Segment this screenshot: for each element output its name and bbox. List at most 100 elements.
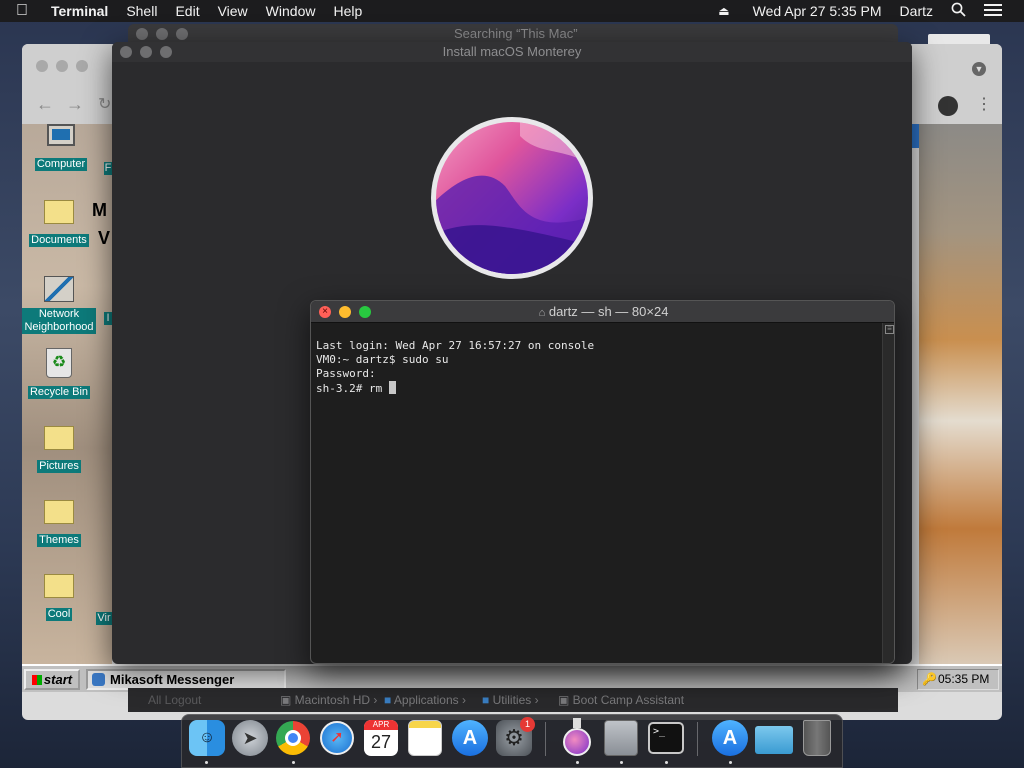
- dock-item-finder[interactable]: ☺: [189, 720, 225, 756]
- terminal-titlebar: × ⌂ dartz — sh — 80×24: [311, 301, 894, 323]
- path-item-applications[interactable]: ■ Applications ›: [384, 688, 466, 712]
- finder-path-bar: All Logout ▣ Macintosh HD › ■ Applicatio…: [128, 688, 898, 712]
- reload-icon[interactable]: ↻: [98, 94, 111, 114]
- zoom-button[interactable]: [76, 60, 88, 72]
- zoom-button[interactable]: [176, 28, 188, 40]
- app-store-icon: A: [462, 727, 478, 749]
- desktop-icon-documents[interactable]: Documents: [14, 200, 104, 270]
- start-button[interactable]: start: [24, 669, 80, 690]
- taskbar-item-label: Mikasoft Messenger: [110, 672, 235, 687]
- dock-item-archive-utility[interactable]: [604, 720, 638, 756]
- spotlight-search-icon[interactable]: [942, 2, 975, 20]
- menu-edit[interactable]: Edit: [166, 3, 208, 19]
- partial-icon-label: F: [104, 162, 112, 175]
- partial-icon-label: Vir: [96, 612, 112, 625]
- terminal-line: sh-3.2# rm: [316, 382, 389, 395]
- tab-dropdown-icon[interactable]: ▼: [972, 62, 986, 76]
- terminal-line: VM0:~ dartz$ sudo su: [316, 353, 449, 366]
- path-item-utilities[interactable]: ■ Utilities ›: [482, 688, 539, 712]
- menu-user[interactable]: Dartz: [891, 3, 942, 19]
- profile-icon[interactable]: [938, 96, 958, 116]
- desktop-icon-network[interactable]: Network Neighborhood: [14, 276, 104, 346]
- menu-window[interactable]: Window: [257, 3, 325, 19]
- terminal-app-icon: >_: [653, 726, 666, 737]
- dock-item-notes[interactable]: [408, 720, 442, 756]
- terminal-scrollbar[interactable]: ≡: [882, 323, 894, 663]
- monterey-logo-icon: [431, 117, 593, 279]
- terminal-title: ⌂ dartz — sh — 80×24: [311, 304, 894, 319]
- close-button[interactable]: [36, 60, 48, 72]
- dock-item-calendar[interactable]: APR 27: [364, 720, 398, 756]
- notification-badge: 1: [520, 717, 535, 732]
- path-item-bootcamp[interactable]: ▣ Boot Camp Assistant: [558, 688, 684, 712]
- running-indicator: [576, 761, 579, 764]
- dock-item-safari[interactable]: ➚: [320, 721, 354, 755]
- path-item-label: Utilities: [492, 693, 532, 707]
- menu-app-terminal[interactable]: Terminal: [42, 3, 117, 19]
- desktop-icon-label: Network Neighborhood: [22, 308, 96, 334]
- recycle-bin-icon: ♻: [46, 348, 72, 378]
- terminal-line: Password:: [316, 367, 376, 380]
- more-menu-icon[interactable]: ⋮: [976, 94, 992, 114]
- dock-item-system-preferences[interactable]: ⚙ 1: [496, 717, 535, 756]
- rocket-icon: ➤: [242, 728, 258, 748]
- dock-item-install-monterey[interactable]: [560, 718, 594, 758]
- finder-icon: ☺: [198, 729, 216, 746]
- dock-item-launchpad[interactable]: ➤: [232, 720, 268, 756]
- close-button[interactable]: [136, 28, 148, 40]
- app-store-icon: A: [722, 727, 738, 749]
- terminal-cursor: [388, 381, 396, 394]
- finder-window-title: Searching “This Mac”: [454, 26, 578, 41]
- desktop-icon-cool[interactable]: Cool: [14, 574, 104, 644]
- menu-view[interactable]: View: [209, 3, 257, 19]
- dock-item-chrome[interactable]: [276, 721, 310, 755]
- apple-menu-icon[interactable]: : [0, 2, 42, 20]
- download-arrow-icon: [573, 718, 581, 728]
- forward-arrow-icon[interactable]: →: [66, 94, 84, 115]
- dock-item-downloads[interactable]: A: [712, 720, 748, 756]
- finder-window: Searching “This Mac”: [128, 24, 898, 44]
- dock-item-terminal[interactable]: >_: [648, 722, 684, 754]
- compass-icon: ➚: [330, 729, 344, 746]
- control-center-icon[interactable]: [975, 3, 1024, 20]
- partial-icon-label: V: [98, 228, 111, 248]
- running-indicator: [665, 761, 668, 764]
- partial-icon-label: M: [92, 200, 107, 220]
- running-indicator: [620, 761, 623, 764]
- path-item-label: Boot Camp Assistant: [572, 693, 685, 707]
- terminal-line: Last login: Wed Apr 27 16:57:27 on conso…: [316, 339, 595, 352]
- desktop-icon-label: Themes: [37, 534, 81, 547]
- back-arrow-icon[interactable]: ←: [36, 94, 54, 115]
- dock-item-app-store[interactable]: A: [452, 720, 488, 756]
- menu-help[interactable]: Help: [324, 3, 371, 19]
- windows-logo-icon: [31, 675, 42, 685]
- eject-icon[interactable]: ⏏: [709, 4, 738, 18]
- path-item-macintosh-hd[interactable]: ▣ Macintosh HD ›: [280, 688, 377, 712]
- terminal-title-text: dartz — sh — 80×24: [548, 304, 669, 319]
- running-indicator: [292, 761, 295, 764]
- desktop-icon-label: Computer: [34, 158, 88, 171]
- menu-bar:  Terminal Shell Edit View Window Help ⏏…: [0, 0, 1024, 22]
- page-scroll-strip: [911, 124, 919, 148]
- menu-datetime[interactable]: Wed Apr 27 5:35 PM: [739, 3, 891, 19]
- dock-separator: [545, 722, 546, 756]
- monterey-installer-icon: [563, 728, 591, 756]
- minimize-button[interactable]: [56, 60, 68, 72]
- desktop-icon-recycle-bin[interactable]: ♻ Recycle Bin: [14, 348, 104, 418]
- desktop-icon-pictures[interactable]: Pictures: [14, 426, 104, 496]
- desktop-icon-label: Recycle Bin: [27, 386, 91, 399]
- home-icon: ⌂: [538, 307, 546, 319]
- dock-item-trash[interactable]: [803, 720, 831, 756]
- dock-item-folder[interactable]: [755, 726, 793, 754]
- desktop-icon-themes[interactable]: Themes: [14, 500, 104, 570]
- folder-icon: [44, 574, 74, 598]
- installer-titlebar: Install macOS Monterey: [112, 42, 912, 62]
- menu-shell[interactable]: Shell: [117, 3, 166, 19]
- folder-icon: [44, 500, 74, 524]
- terminal-content[interactable]: Last login: Wed Apr 27 16:57:27 on conso…: [311, 323, 881, 663]
- taskbar-item-messenger[interactable]: Mikasoft Messenger: [86, 669, 286, 690]
- folder-open-icon: [44, 200, 74, 224]
- desktop-icon-computer[interactable]: Computer: [16, 124, 106, 194]
- calendar-month: APR: [364, 720, 398, 730]
- minimize-button[interactable]: [156, 28, 168, 40]
